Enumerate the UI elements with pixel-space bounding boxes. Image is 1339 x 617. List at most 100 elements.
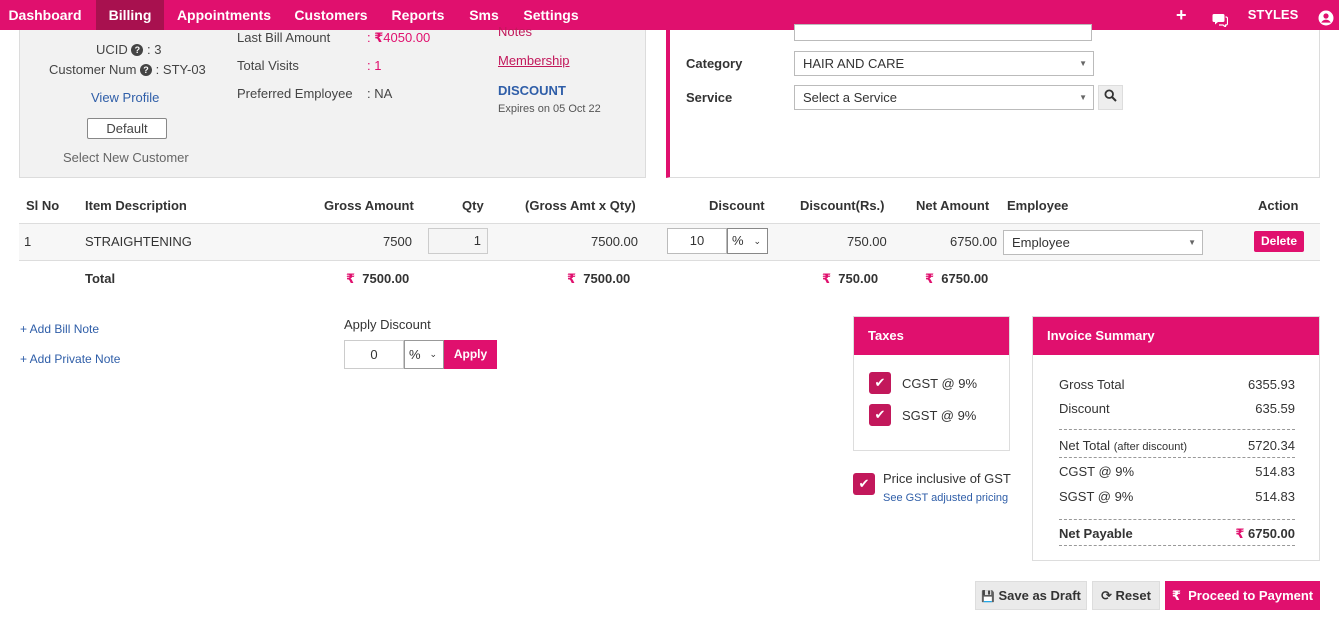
col-gross-x-qty: (Gross Amt x Qty) — [525, 198, 636, 213]
divider — [1059, 457, 1295, 458]
reset-button[interactable]: ⟳ Reset — [1092, 581, 1160, 610]
apply-discount-label: Apply Discount — [344, 317, 431, 332]
cgst-label: CGST @ 9% — [902, 376, 978, 391]
col-discount: Discount — [709, 198, 765, 213]
service-select[interactable]: Select a Service ▼ — [794, 85, 1094, 110]
ucid: UCID ? : 3 — [96, 42, 162, 57]
preferred-employee-value: : NA — [367, 86, 393, 101]
service-label: Service — [686, 90, 733, 105]
delete-button[interactable]: Delete — [1254, 231, 1304, 252]
taxes-title: Taxes — [854, 317, 1009, 355]
total-gross-qty: ₹ 7500.00 — [567, 271, 631, 286]
sgst-label: SGST @ 9% — [902, 408, 977, 423]
top-nav: Dashboard Billing Appointments Customers… — [0, 0, 1339, 30]
default-button[interactable]: Default — [87, 118, 167, 139]
see-gst-adjusted-link[interactable]: See GST adjusted pricing — [883, 492, 1008, 504]
search-button[interactable] — [1098, 85, 1123, 110]
rupee-icon: ₹ — [822, 271, 832, 286]
discount-expiry: Expires on 05 Oct 22 — [498, 103, 601, 115]
view-profile-link[interactable]: View Profile — [91, 90, 159, 105]
sgst-checkbox[interactable]: ✔ — [869, 404, 891, 426]
rupee-icon: ₹ — [567, 271, 577, 286]
row-desc: STRAIGHTENING — [85, 234, 192, 249]
gross-total-row: Gross Total 6355.93 — [1059, 377, 1295, 392]
price-inclusive-checkbox[interactable]: ✔ — [853, 473, 875, 495]
floppy-icon: 💾 — [981, 591, 995, 603]
col-sl-no: Sl No — [26, 198, 60, 213]
notes-link[interactable]: Notes — [498, 24, 532, 36]
divider — [1059, 545, 1295, 546]
category-select[interactable]: HAIR AND CARE ▼ — [794, 51, 1094, 76]
plus-icon[interactable]: + — [1176, 0, 1187, 30]
chevron-down-icon: ▼ — [1079, 93, 1087, 102]
rupee-icon: ₹ — [925, 271, 935, 286]
user-circle-icon[interactable] — [1318, 7, 1334, 26]
cgst-checkbox[interactable]: ✔ — [869, 372, 891, 394]
invoice-summary-panel: Invoice Summary Gross Total 6355.93 Disco… — [1032, 316, 1320, 561]
total-discount: ₹ 750.00 — [822, 271, 879, 286]
discount-input[interactable]: 10 — [667, 228, 727, 254]
refresh-icon: ⟳ — [1101, 588, 1112, 603]
help-icon[interactable]: ? — [140, 64, 153, 76]
chevron-down-icon: ⌄ — [429, 349, 437, 359]
add-bill-note-link[interactable]: + Add Bill Note — [20, 322, 99, 336]
row-sl: 1 — [24, 234, 32, 249]
taxes-panel: Taxes ✔ CGST @ 9% ✔ SGST @ 9% — [853, 316, 1010, 451]
col-employee: Employee — [1007, 198, 1069, 213]
row-net: 6750.00 — [950, 234, 997, 249]
last-bill-label: Last Bill Amount — [237, 30, 331, 45]
save-as-draft-button[interactable]: 💾 Save as Draft — [975, 581, 1087, 610]
discount-type-select[interactable]: % ⌄ — [727, 228, 768, 254]
brand-styles[interactable]: STYLES — [1244, 0, 1302, 30]
apply-button[interactable]: Apply — [444, 340, 497, 369]
employee-select[interactable]: Employee ▼ — [1003, 230, 1203, 255]
category-label: Category — [686, 56, 743, 71]
divider — [1059, 429, 1295, 430]
col-item-description: Item Description — [85, 198, 187, 213]
add-private-note-link[interactable]: + Add Private Note — [20, 352, 120, 366]
proceed-to-payment-button[interactable]: ₹ Proceed to Payment — [1165, 581, 1320, 610]
nav-reports[interactable]: Reports — [384, 0, 452, 30]
row-gross: 7500 — [383, 234, 412, 249]
row-discount-rs: 750.00 — [847, 234, 887, 249]
search-icon — [1104, 89, 1117, 102]
customer-panel: UCID ? : 3 Customer Num ? : STY-03 View … — [19, 24, 646, 178]
rupee-icon: ₹ — [1235, 526, 1245, 541]
check-icon: ✔ — [874, 375, 886, 390]
col-discount-rs: Discount(Rs.) — [800, 198, 885, 213]
top-field[interactable] — [794, 24, 1092, 41]
cgst-row: CGST @ 9% 514.83 — [1059, 464, 1295, 479]
col-action: Action — [1258, 198, 1299, 213]
nav-billing[interactable]: Billing — [96, 0, 164, 30]
nav-dashboard[interactable]: Dashboard — [0, 0, 90, 30]
price-inclusive-label: Price inclusive of GST — [883, 471, 1011, 486]
qty-input[interactable]: 1 — [428, 228, 488, 254]
col-gross-amount: Gross Amount — [324, 198, 414, 213]
total-net: ₹ 6750.00 — [925, 271, 989, 286]
total-gross: ₹ 7500.00 — [346, 271, 410, 286]
col-net-amount: Net Amount — [916, 198, 990, 213]
total-visits-label: Total Visits — [237, 58, 299, 73]
chevron-down-icon: ▼ — [1079, 59, 1087, 68]
discount-row: Discount 635.59 — [1059, 401, 1295, 416]
customer-number: Customer Num ? : STY-03 — [49, 62, 206, 77]
chevron-down-icon: ▼ — [1188, 238, 1196, 247]
col-qty: Qty — [462, 198, 484, 213]
apply-discount-input[interactable]: 0 — [344, 340, 404, 369]
help-icon[interactable]: ? — [131, 44, 144, 56]
divider — [1059, 519, 1295, 520]
nav-customers[interactable]: Customers — [288, 0, 374, 30]
net-payable-row: Net Payable ₹ 6750.00 — [1059, 526, 1295, 541]
nav-appointments[interactable]: Appointments — [170, 0, 278, 30]
select-new-customer-link[interactable]: Select New Customer — [63, 150, 189, 165]
total-visits-value: : 1 — [367, 58, 382, 73]
apply-discount-type-select[interactable]: % ⌄ — [404, 340, 444, 369]
total-label: Total — [85, 271, 116, 286]
chat-icon[interactable] — [1212, 8, 1229, 29]
rupee-icon: ₹ — [1171, 588, 1181, 603]
sgst-row: SGST @ 9% 514.83 — [1059, 489, 1295, 504]
check-icon: ✔ — [858, 476, 870, 491]
rupee-icon: ₹ — [346, 271, 356, 286]
last-bill-value: : ₹4050.00 — [367, 30, 431, 45]
membership-link[interactable]: Membership — [498, 53, 570, 68]
